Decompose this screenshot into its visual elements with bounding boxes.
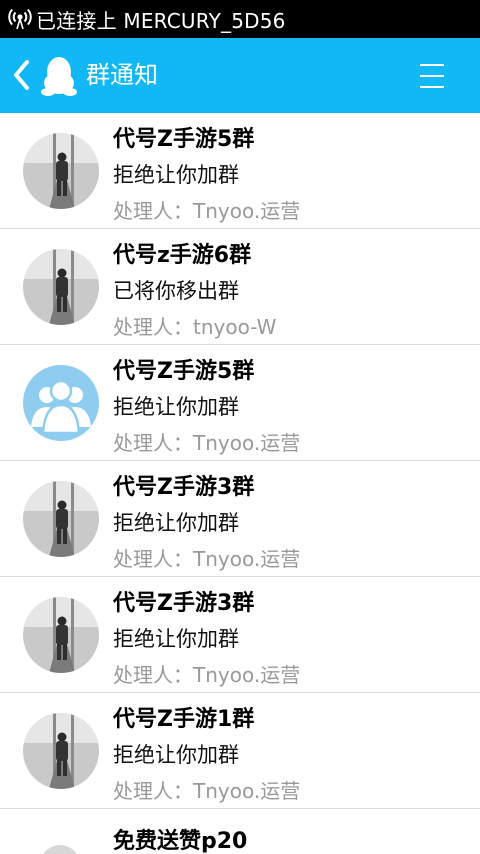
- group-name: 免费送赞p20: [113, 829, 248, 854]
- notification-item[interactable]: 代号Z手游3群 拒绝让你加群 处理人：Tnyoo.运营: [0, 461, 480, 577]
- notification-item[interactable]: 代号Z手游5群 拒绝让你加群 处理人：Tnyoo.运营: [0, 345, 480, 461]
- avatar[interactable]: [23, 249, 99, 325]
- handler-text: 处理人：Tnyoo.运营: [113, 547, 301, 571]
- chevron-left-icon: [14, 60, 29, 90]
- group-name: 代号z手游6群: [113, 243, 252, 268]
- group-avatar-icon[interactable]: [23, 365, 99, 441]
- wifi-signal-icon: [4, 0, 36, 38]
- notification-list: 代号Z手游5群 拒绝让你加群 处理人：Tnyoo.运营 代号z手游6群 已将你移…: [0, 113, 480, 809]
- handler-text: 处理人：Tnyoo.运营: [113, 663, 301, 687]
- avatar[interactable]: [23, 481, 99, 557]
- group-name: 代号Z手游3群: [113, 475, 255, 500]
- handler-text: 处理人：Tnyoo.运营: [113, 199, 301, 223]
- notification-message: 拒绝让你加群: [113, 627, 239, 651]
- avatar[interactable]: [40, 845, 80, 854]
- status-text: 已连接上 MERCURY_5D56: [36, 8, 286, 33]
- notification-item[interactable]: 代号z手游6群 已将你移出群 处理人：tnyoo-W: [0, 229, 480, 345]
- handler-text: 处理人：Tnyoo.运营: [113, 431, 301, 455]
- notification-message: 拒绝让你加群: [113, 395, 239, 419]
- group-name: 代号Z手游1群: [113, 707, 255, 732]
- notification-item-partial[interactable]: 免费送赞p20: [0, 813, 480, 854]
- notification-message: 拒绝让你加群: [113, 163, 239, 187]
- app-header: 群通知: [0, 38, 480, 113]
- group-name: 代号Z手游5群: [113, 127, 255, 152]
- group-name: 代号Z手游3群: [113, 591, 255, 616]
- avatar[interactable]: [23, 597, 99, 673]
- qq-penguin-icon: [41, 57, 77, 96]
- avatar[interactable]: [23, 713, 99, 789]
- menu-button[interactable]: [412, 62, 452, 90]
- notification-message: 拒绝让你加群: [113, 511, 239, 535]
- page-title: 群通知: [86, 61, 158, 89]
- notification-item[interactable]: 代号Z手游5群 拒绝让你加群 处理人：Tnyoo.运营: [0, 113, 480, 229]
- group-name: 代号Z手游5群: [113, 359, 255, 384]
- notification-item[interactable]: 代号Z手游3群 拒绝让你加群 处理人：Tnyoo.运营: [0, 577, 480, 693]
- hamburger-menu-icon: [420, 64, 444, 88]
- notification-item[interactable]: 代号Z手游1群 拒绝让你加群 处理人：Tnyoo.运营: [0, 693, 480, 809]
- notification-message: 已将你移出群: [113, 279, 239, 303]
- handler-text: 处理人：Tnyoo.运营: [113, 779, 301, 803]
- avatar[interactable]: [23, 133, 99, 209]
- back-button[interactable]: [6, 55, 36, 95]
- notification-message: 拒绝让你加群: [113, 743, 239, 767]
- handler-text: 处理人：tnyoo-W: [113, 315, 277, 339]
- status-bar: 已连接上 MERCURY_5D56: [0, 0, 480, 38]
